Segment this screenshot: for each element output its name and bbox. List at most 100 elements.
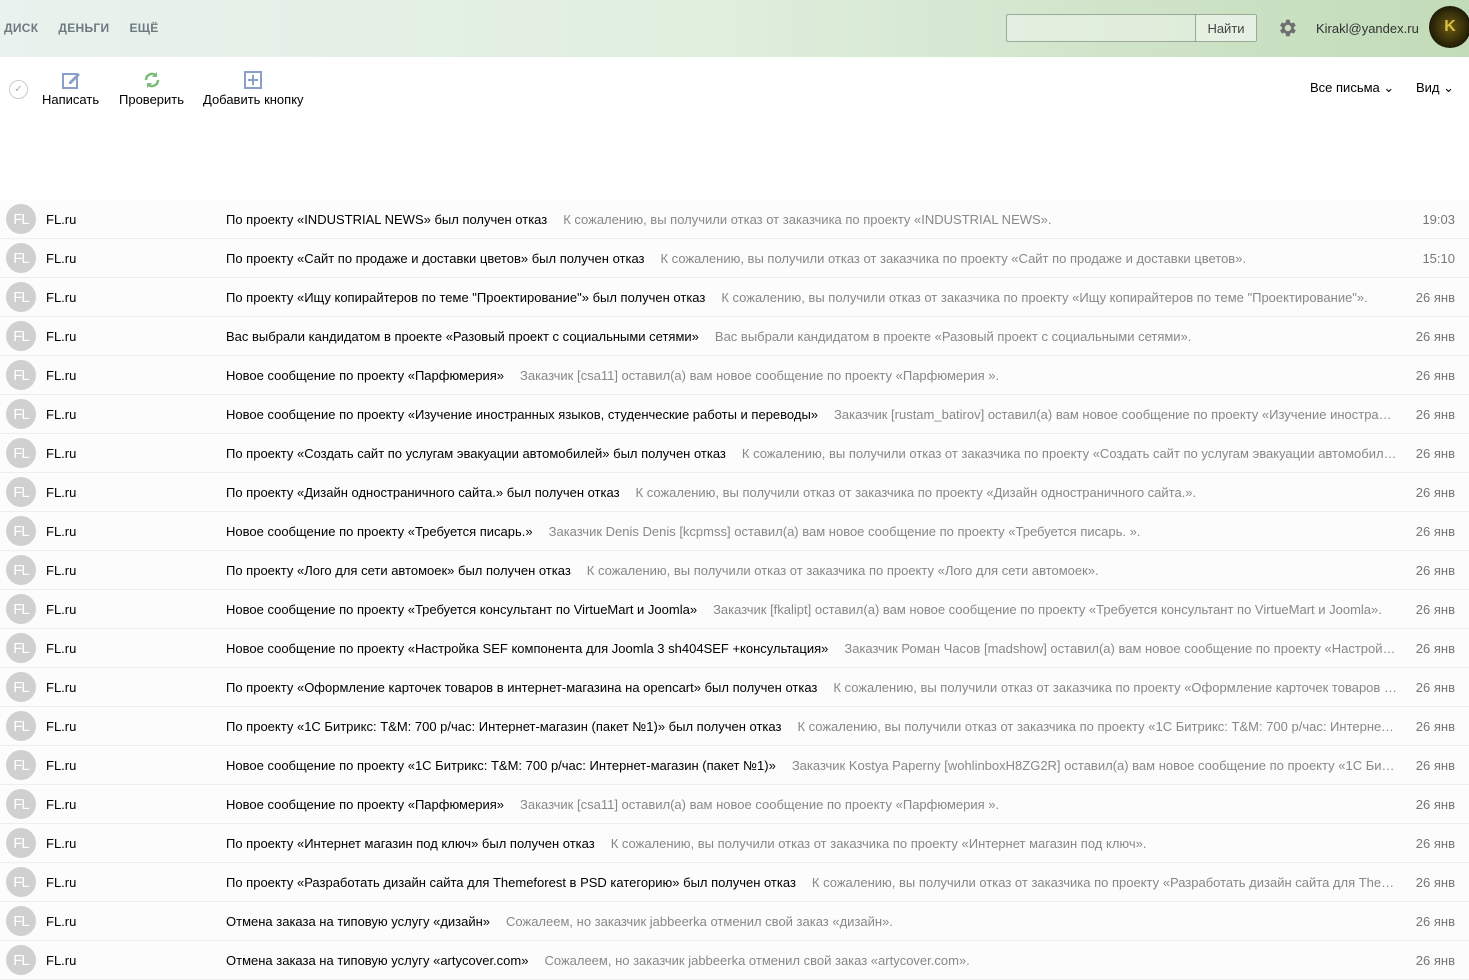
message-subject: Новое сообщение по проекту «Требуется пи… (226, 523, 533, 539)
message-row[interactable]: FL FL.ru По проекту «Дизайн одностраничн… (0, 473, 1469, 512)
message-date: 26 янв (1415, 562, 1455, 578)
message-row[interactable]: FL FL.ru По проекту «Сайт по продаже и д… (0, 239, 1469, 278)
message-sender: FL.ru (46, 211, 77, 227)
avatar[interactable]: K (1429, 6, 1469, 48)
message-row[interactable]: FL FL.ru По проекту «Оформление карточек… (0, 668, 1469, 707)
message-row[interactable]: FL FL.ru По проекту «Интернет магазин по… (0, 824, 1469, 863)
message-date: 26 янв (1415, 757, 1455, 773)
message-subject: Новое сообщение по проекту «Изучение ино… (226, 406, 819, 422)
message-snippet: Заказчик Kostya Paperny [wohlinboxH8ZG2R… (791, 757, 1397, 773)
check-mail-button[interactable]: Проверить (119, 70, 184, 107)
add-button-button[interactable]: Добавить кнопку (203, 70, 304, 107)
search-box: Найти (1006, 14, 1257, 42)
message-date: 26 янв (1415, 718, 1455, 734)
user-email[interactable]: Kirakl@yandex.ru (1316, 21, 1419, 36)
message-sender: FL.ru (46, 367, 77, 383)
sender-avatar-icon: FL (6, 633, 36, 663)
message-row[interactable]: FL FL.ru Новое сообщение по проекту «1С … (0, 746, 1469, 785)
message-sender: FL.ru (46, 523, 77, 539)
message-row[interactable]: FL FL.ru Новое сообщение по проекту «Пар… (0, 356, 1469, 395)
message-date: 26 янв (1415, 406, 1455, 422)
select-all-checkbox[interactable]: ✓ (9, 80, 28, 99)
message-sender: FL.ru (46, 952, 77, 968)
message-sender: FL.ru (46, 250, 77, 266)
message-snippet: Вас выбрали кандидатом в проекте «Разовы… (714, 328, 1192, 344)
sender-avatar-icon: FL (6, 438, 36, 468)
message-snippet: К сожалению, вы получили отказ от заказч… (563, 211, 1052, 227)
message-subject: Новое сообщение по проекту «Настройка SE… (226, 640, 829, 656)
view-dropdown[interactable]: Вид ⌄ (1416, 80, 1454, 96)
sender-avatar-icon: FL (6, 321, 36, 351)
message-subject: По проекту «Лого для сети автомоек» был … (226, 562, 571, 578)
message-row[interactable]: FL FL.ru Отмена заказа на типовую услугу… (0, 902, 1469, 941)
message-snippet: Заказчик [rustam_batirov] оставил(а) вам… (834, 406, 1397, 422)
message-subject: По проекту «Интернет магазин под ключ» б… (226, 835, 595, 851)
refresh-icon (144, 72, 159, 88)
add-button-label: Добавить кнопку (203, 92, 304, 107)
message-row[interactable]: FL FL.ru Вас выбрали кандидатом в проект… (0, 317, 1469, 356)
message-subject: По проекту «Ищу копирайтеров по теме "Пр… (226, 289, 706, 305)
sender-avatar-icon: FL (6, 750, 36, 780)
message-row[interactable]: FL FL.ru По проекту «INDUSTRIAL NEWS» бы… (0, 200, 1469, 239)
message-date: 26 янв (1415, 523, 1455, 539)
message-row[interactable]: FL FL.ru По проекту «Разработать дизайн … (0, 863, 1469, 902)
message-sender: FL.ru (46, 718, 77, 734)
message-snippet: Заказчик [csa11] оставил(а) вам новое со… (519, 796, 1000, 812)
message-row[interactable]: FL FL.ru Новое сообщение по проекту «Тре… (0, 512, 1469, 551)
message-date: 26 янв (1415, 328, 1455, 344)
sender-avatar-icon: FL (6, 477, 36, 507)
message-sender: FL.ru (46, 406, 77, 422)
message-subject: По проекту «1С Битрикс: T&M: 700 р/час: … (226, 718, 782, 734)
message-row[interactable]: FL FL.ru Новое сообщение по проекту «Нас… (0, 629, 1469, 668)
message-sender: FL.ru (46, 679, 77, 695)
message-date: 26 янв (1415, 835, 1455, 851)
plus-square-icon (244, 71, 263, 89)
search-button[interactable]: Найти (1195, 15, 1256, 41)
compose-button[interactable]: Написать (42, 70, 99, 107)
message-snippet: К сожалению, вы получили отказ от заказч… (741, 445, 1397, 461)
pencil-icon (61, 73, 80, 89)
sender-avatar-icon: FL (6, 204, 36, 234)
view-label: Вид (1416, 80, 1440, 95)
message-row[interactable]: FL FL.ru По проекту «Создать сайт по усл… (0, 434, 1469, 473)
message-date: 26 янв (1415, 367, 1455, 383)
message-sender: FL.ru (46, 640, 77, 656)
message-subject: По проекту «Сайт по продаже и доставки ц… (226, 250, 645, 266)
filter-dropdown[interactable]: Все письма ⌄ (1310, 80, 1394, 96)
message-row[interactable]: FL FL.ru Новое сообщение по проекту «Изу… (0, 395, 1469, 434)
gear-icon[interactable] (1276, 17, 1298, 39)
nav-more[interactable]: ЕЩЁ (129, 21, 158, 35)
message-snippet: К сожалению, вы получили отказ от заказч… (660, 250, 1247, 266)
message-row[interactable]: FL FL.ru По проекту «Ищу копирайтеров по… (0, 278, 1469, 317)
message-subject: Новое сообщение по проекту «Требуется ко… (226, 601, 698, 617)
message-date: 26 янв (1415, 679, 1455, 695)
message-row[interactable]: FL FL.ru Новое сообщение по проекту «Тре… (0, 590, 1469, 629)
chevron-down-icon: ⌄ (1383, 80, 1395, 95)
message-subject: По проекту «Разработать дизайн сайта для… (226, 874, 796, 890)
message-row[interactable]: FL FL.ru Отмена заказа на типовую услугу… (0, 941, 1469, 980)
message-subject: Новое сообщение по проекту «Парфюмерия» (226, 367, 504, 383)
message-snippet: К сожалению, вы получили отказ от заказч… (797, 718, 1397, 734)
sender-avatar-icon: FL (6, 789, 36, 819)
message-subject: Отмена заказа на типовую услугу «artycov… (226, 952, 529, 968)
message-row[interactable]: FL FL.ru По проекту «1С Битрикс: T&M: 70… (0, 707, 1469, 746)
nav-disk[interactable]: ДИСК (4, 21, 38, 35)
message-subject: Отмена заказа на типовую услугу «дизайн» (226, 913, 491, 929)
compose-label: Написать (42, 92, 100, 107)
sender-avatar-icon: FL (6, 906, 36, 936)
message-snippet: Заказчик [fkalipt] оставил(а) вам новое … (713, 601, 1382, 617)
message-row[interactable]: FL FL.ru Новое сообщение по проекту «Пар… (0, 785, 1469, 824)
nav-money[interactable]: ДЕНЬГИ (58, 21, 109, 35)
message-subject: По проекту «Оформление карточек товаров … (226, 679, 818, 695)
message-subject: Новое сообщение по проекту «Парфюмерия» (226, 796, 504, 812)
message-row[interactable]: FL FL.ru По проекту «Лого для сети автом… (0, 551, 1469, 590)
message-snippet: Сожалеем, но заказчик jabbeerka отменил … (506, 913, 893, 929)
message-snippet: Заказчик Роман Часов [madshow] оставил(а… (844, 640, 1397, 656)
message-sender: FL.ru (46, 796, 77, 812)
sender-avatar-icon: FL (6, 243, 36, 273)
service-nav: ДИСК ДЕНЬГИ ЕЩЁ (4, 21, 159, 35)
message-snippet: К сожалению, вы получили отказ от заказч… (811, 874, 1397, 890)
sender-avatar-icon: FL (6, 828, 36, 858)
message-list: FL FL.ru По проекту «INDUSTRIAL NEWS» бы… (0, 200, 1469, 980)
search-input[interactable] (1007, 15, 1195, 41)
